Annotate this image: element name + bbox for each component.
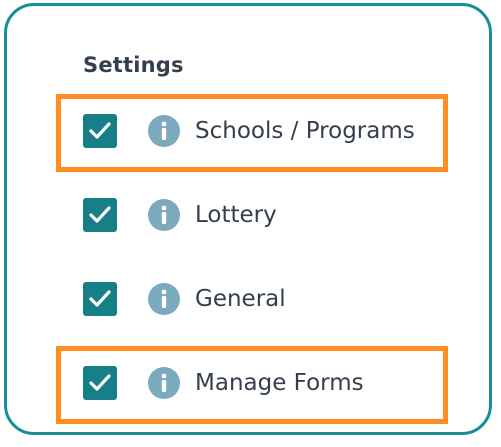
lottery-checkbox[interactable] xyxy=(83,198,117,232)
settings-title: Settings xyxy=(83,53,184,77)
general-label: General xyxy=(195,286,286,312)
manage-forms-checkbox[interactable] xyxy=(83,366,117,400)
info-icon[interactable] xyxy=(148,367,180,399)
info-icon[interactable] xyxy=(148,283,180,315)
check-icon xyxy=(89,122,111,139)
schools-programs-checkbox[interactable] xyxy=(83,114,117,148)
settings-item-manage-forms[interactable]: Manage Forms xyxy=(83,364,364,402)
settings-item-general[interactable]: General xyxy=(83,280,286,318)
info-icon[interactable] xyxy=(148,115,180,147)
settings-item-lottery[interactable]: Lottery xyxy=(83,196,277,234)
check-icon xyxy=(89,374,111,391)
schools-programs-label: Schools / Programs xyxy=(195,118,415,144)
check-icon xyxy=(89,290,111,307)
lottery-label: Lottery xyxy=(195,202,277,228)
manage-forms-label: Manage Forms xyxy=(195,370,364,396)
general-checkbox[interactable] xyxy=(83,282,117,316)
info-icon[interactable] xyxy=(148,199,180,231)
check-icon xyxy=(89,206,111,223)
settings-item-schools-programs[interactable]: Schools / Programs xyxy=(83,112,415,150)
